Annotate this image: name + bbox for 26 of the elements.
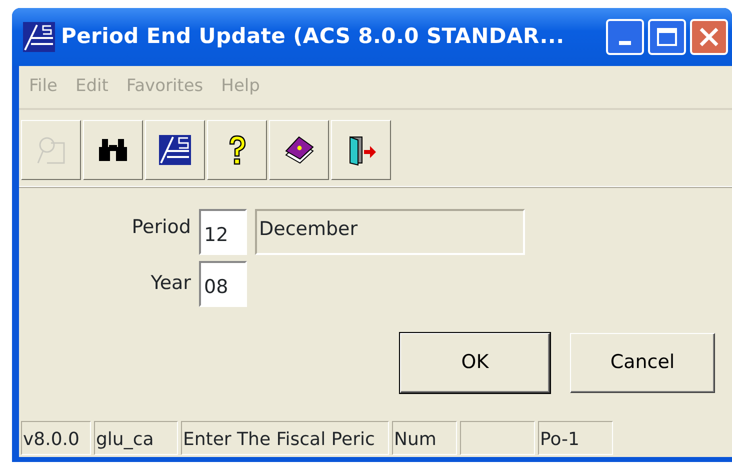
toolbar-button[interactable] [269,120,329,180]
window-title: Period End Update (ACS 8.0.0 STANDAR... [61,23,564,50]
status-text: Po-1 [538,421,613,455]
toolbar-button[interactable] [83,120,143,180]
cancel-button[interactable]: Cancel [570,332,715,392]
minimize-icon [619,41,631,45]
status-text: glu_ca [94,421,178,455]
maximize-icon [656,27,678,47]
status-text: Enter The Fiscal Peric [181,421,389,455]
app-logo-icon [158,132,192,166]
toolbar-button[interactable] [207,120,267,180]
status-text: v8.0.0 [21,421,91,455]
field-label: Period [130,214,192,240]
input-field[interactable]: 12 [199,208,247,254]
close-button[interactable] [690,19,728,55]
maximize-button[interactable] [648,19,686,55]
description-field: December [255,208,525,254]
app-logo-icon [23,22,55,52]
status-text: Num [392,421,457,455]
ok-button[interactable]: OK [400,332,550,392]
field-label: Year [150,270,192,296]
close-icon [698,26,720,48]
input-field[interactable]: 08 [199,260,247,306]
toolbar-button[interactable] [331,120,391,180]
toolbar-button[interactable] [145,120,205,180]
minimize-button[interactable] [606,19,644,55]
